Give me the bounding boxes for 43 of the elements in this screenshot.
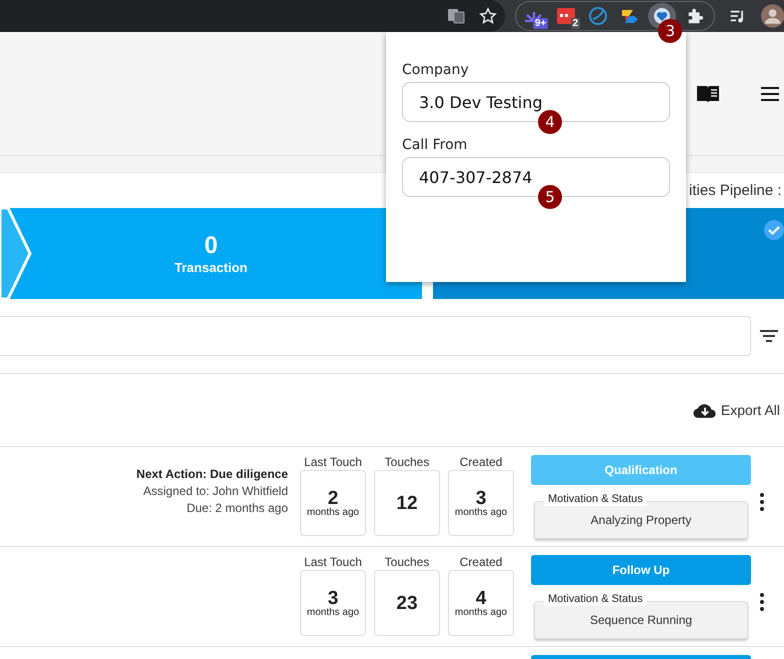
status-select[interactable]: Sequence Running [534,601,748,639]
stat-card: 12 [374,470,440,536]
stat-label: Created [460,555,502,569]
callout-marker: 5 [538,185,562,209]
pipeline-title: ities Pipeline : [689,182,782,199]
assignee: Assigned to: John Whitfield [143,484,288,498]
search-field[interactable] [0,316,751,356]
stat-card: 3 months ago [300,570,366,636]
stat-card: 3 months ago [448,470,514,536]
stat-label: Created [460,455,502,469]
callout-marker: 4 [538,110,562,134]
status-select[interactable]: Analyzing Property [534,501,748,539]
extension-button[interactable]: 9+ [520,3,548,29]
avatar-icon[interactable] [760,4,784,28]
stat-label: Touches [384,455,430,469]
check-icon [764,220,784,240]
field-label: Company [402,62,470,78]
calendar-icon [556,6,576,26]
field-legend: Motivation & Status [544,493,647,506]
translate-icon[interactable] [447,7,466,25]
star-icon[interactable] [479,7,498,25]
field-legend: Motivation & Status [544,593,647,606]
more-icon[interactable] [760,593,764,611]
due-date: Due: 2 months ago [186,501,288,515]
puzzle-icon[interactable] [686,7,704,25]
field-label: Call From [402,137,468,153]
globe-icon [588,6,608,26]
menu-icon[interactable] [760,86,780,102]
badge: 2 [570,18,580,29]
extension-button[interactable]: 2 [552,3,580,29]
stat-card: 2 months ago [300,470,366,536]
stat-label: Last Touch [304,555,362,569]
badge: 9+ [532,18,548,29]
book-icon[interactable] [696,84,720,104]
filter-icon[interactable] [760,330,778,342]
more-icon[interactable] [760,493,764,511]
stat-card: 4 months ago [448,570,514,636]
next-action: Next Action: Due diligence [136,467,288,481]
export-button[interactable]: Export All [692,402,784,418]
stat-card: 23 [374,570,440,636]
stat-label: Last Touch [304,455,362,469]
cloud-download-icon [692,402,717,418]
stat-label: Touches [384,555,430,569]
